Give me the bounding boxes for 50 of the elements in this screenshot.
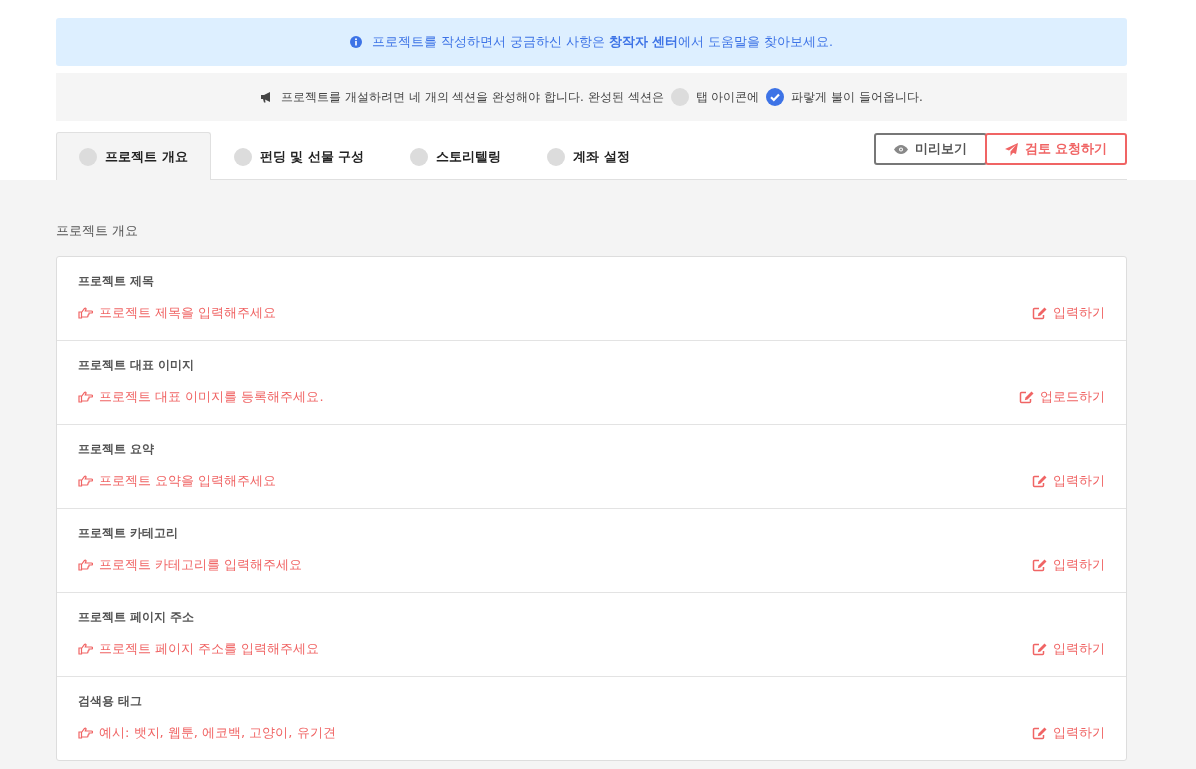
eye-icon [893,144,908,154]
pointing-hand-icon [78,643,93,655]
field-action-link[interactable]: 입력하기 [1032,472,1105,490]
field-action-link[interactable]: 입력하기 [1032,724,1105,742]
status-dot-icon [547,147,566,166]
field-prompt: 프로젝트 페이지 주소를 입력해주세요 [99,640,320,658]
edit-icon [1032,306,1047,320]
notice-text: 탭 아이콘에 [695,88,760,106]
field-prompt: 프로젝트 요약을 입력해주세요 [99,472,277,490]
section-title: 프로젝트 개요 [56,222,140,240]
pointing-hand-icon [78,559,93,571]
section-tab[interactable]: 스토리텔링 [387,132,525,180]
info-icon [349,36,362,48]
review-request-button[interactable]: 검토 요청하기 [984,133,1127,165]
field-prompt: 프로젝트 카테고리를 입력해주세요 [99,556,303,574]
paper-plane-icon [1004,142,1018,156]
field-prompt: 예시: 뱃지, 웹툰, 에코백, 고양이, 유기견 [99,724,336,742]
field-action-link[interactable]: 입력하기 [1032,640,1105,658]
field-prompt: 프로젝트 제목을 입력해주세요 [99,304,277,322]
pointing-hand-icon [78,475,93,487]
edit-icon [1032,642,1047,656]
field-label: 프로젝트 대표 이미지 [78,357,196,374]
field-action-link[interactable]: 업로드하기 [1019,388,1105,406]
section-tab[interactable]: 펀딩 및 선물 구성 [210,132,388,180]
pointing-hand-icon [78,391,93,403]
info-text: 프로젝트를 작성하면서 궁금하신 사항은 창작자 센터에서 도움말을 찾아보세요. [371,33,834,51]
pointing-hand-icon [78,727,93,739]
preview-button[interactable]: 미리보기 [873,133,987,165]
field-prompt: 프로젝트 대표 이미지를 등록해주세요. [99,388,324,406]
edit-icon [1032,726,1047,740]
status-dot-icon [79,147,97,166]
field-label: 프로젝트 카테고리 [78,525,180,542]
notice-text: 프로젝트를 개설하려면 네 개의 섹션을 완성해야 합니다. 완성된 섹션은 [281,88,664,106]
notice-text: 파랗게 불이 들어옵니다. [791,88,923,106]
edit-icon [1019,390,1034,404]
check-circle-icon [766,88,785,106]
section-tab[interactable]: 프로젝트 개요 [56,132,211,180]
edit-icon [1032,474,1047,488]
pointing-hand-icon [78,307,93,319]
edit-icon [1032,558,1047,572]
status-dot-icon [233,147,252,166]
field-label: 프로젝트 요약 [78,441,156,458]
field-action-link[interactable]: 입력하기 [1032,556,1105,574]
section-tab[interactable]: 계좌 설정 [524,132,653,180]
empty-circle-icon [670,88,689,106]
field-action-link[interactable]: 입력하기 [1032,304,1105,322]
field-label: 검색용 태그 [78,693,144,710]
field-label: 프로젝트 페이지 주소 [78,609,196,626]
field-label: 프로젝트 제목 [78,273,156,290]
status-dot-icon [410,147,429,166]
